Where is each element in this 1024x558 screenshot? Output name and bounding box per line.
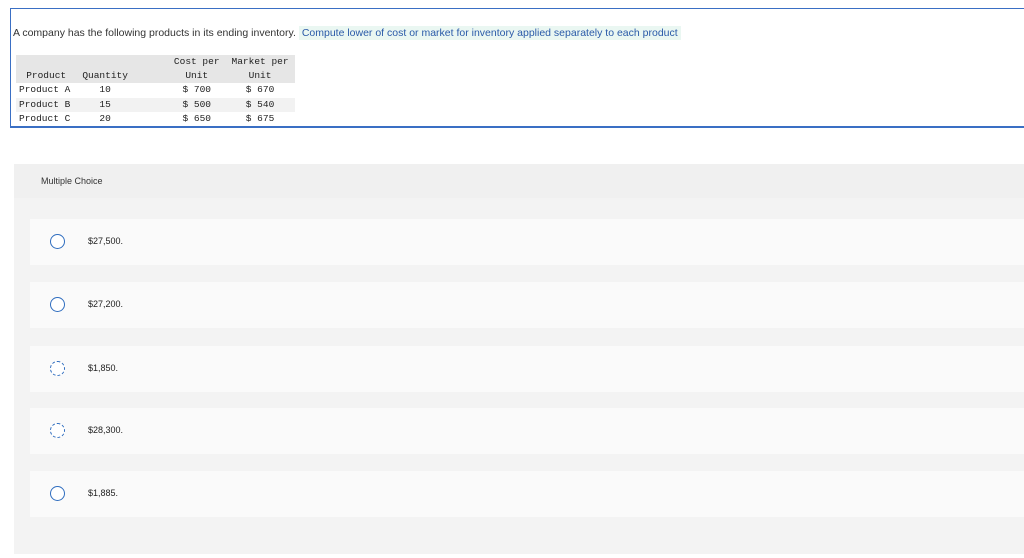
cell-quantity: 20 (99, 113, 111, 124)
question-box: A company has the following products in … (10, 8, 1024, 128)
answer-option-4[interactable]: $28,300. (30, 408, 1024, 454)
answer-option-1[interactable]: $27,500. (30, 219, 1024, 265)
answer-option-label: $27,500. (88, 236, 124, 246)
cell-quantity: 10 (99, 84, 111, 95)
radio-button[interactable] (50, 297, 65, 312)
cell-market: $ 675 (245, 113, 275, 124)
header-market: Market per Unit (225, 55, 295, 83)
question-instruction: Compute lower of cost or market for inve… (298, 26, 681, 40)
radio-button[interactable] (50, 361, 65, 376)
question-text: A company has the following products in … (13, 26, 681, 40)
header-product: Product (16, 55, 77, 83)
cell-product: Product C (19, 113, 71, 124)
cell-cost: $ 650 (182, 113, 211, 124)
cell-quantity: 15 (76, 97, 134, 112)
inventory-table: Product Quantity Cost per Unit Market per… (16, 55, 295, 127)
multiple-choice-panel: $27,500. $27,200. $1,850. $28,300. $1,88… (14, 198, 1024, 554)
table-row: Product C 20 $ 650 $ 675 (16, 112, 295, 127)
header-quantity: Quantity (76, 55, 134, 83)
table-row: Product A 10 $ 700 $ 670 (16, 83, 295, 98)
answer-option-2[interactable]: $27,200. (30, 282, 1024, 328)
radio-button[interactable] (50, 234, 65, 249)
answer-option-label: $28,300. (88, 425, 124, 435)
answer-option-3[interactable]: $1,850. (30, 346, 1024, 392)
cell-product: Product A (19, 84, 71, 95)
answer-option-label: $27,200. (88, 299, 124, 309)
cell-cost: $ 700 (182, 84, 211, 95)
multiple-choice-header: Multiple Choice (14, 164, 1024, 198)
cell-market: $ 670 (245, 84, 275, 95)
table-row: Product B 15 $ 500 $ 540 (16, 97, 295, 112)
header-gap (133, 55, 168, 83)
radio-button[interactable] (50, 423, 65, 438)
header-cost: Cost per Unit (167, 55, 226, 83)
question-intro: A company has the following products in … (13, 27, 296, 39)
multiple-choice-title: Multiple Choice (41, 176, 103, 186)
table-header-row: Product Quantity Cost per Unit Market per… (16, 55, 295, 83)
answer-option-5[interactable]: $1,885. (30, 471, 1024, 517)
answer-option-label: $1,850. (88, 363, 119, 373)
cell-product: Product B (16, 97, 77, 112)
radio-button[interactable] (50, 486, 65, 501)
answer-option-label: $1,885. (88, 488, 119, 498)
cell-cost: $ 500 (167, 97, 226, 112)
cell-market: $ 540 (225, 97, 295, 112)
